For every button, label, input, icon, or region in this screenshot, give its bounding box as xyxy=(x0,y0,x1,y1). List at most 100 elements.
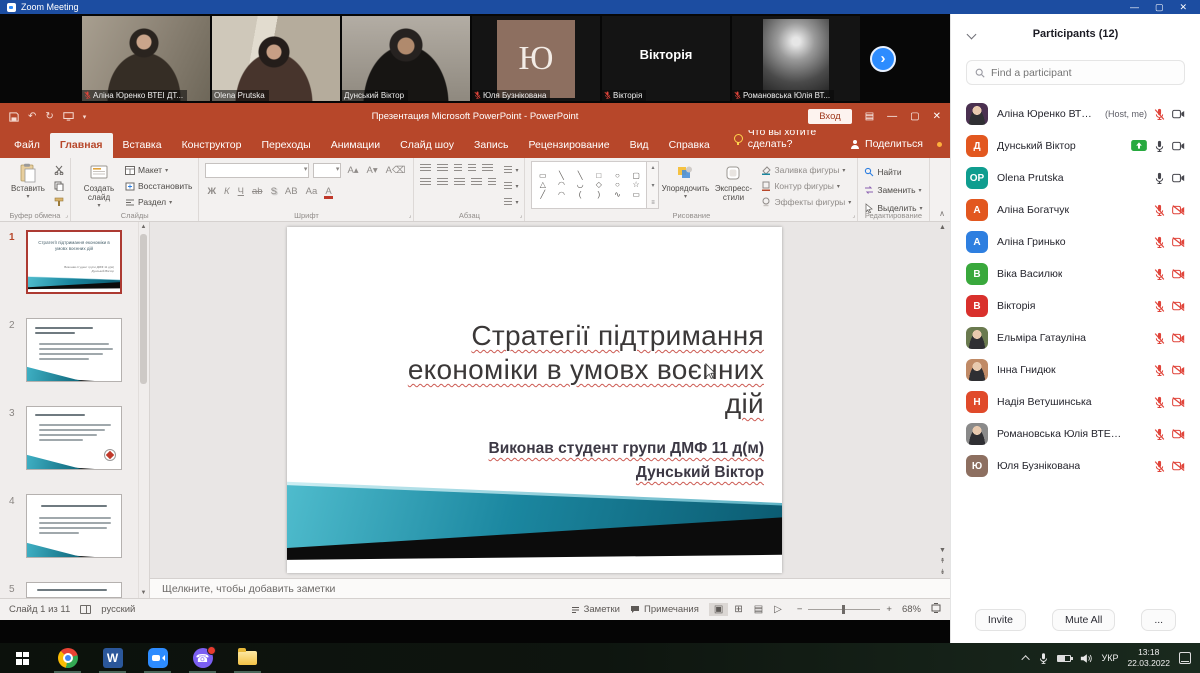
font-style-button[interactable]: S xyxy=(269,184,279,199)
shape-glyph[interactable]: ◠ xyxy=(558,180,565,190)
mic-icon[interactable] xyxy=(1154,172,1165,185)
tab-справка[interactable]: Справка xyxy=(659,133,720,158)
replace-button[interactable]: Заменить▾ xyxy=(864,183,922,197)
shape-glyph[interactable]: ☆ xyxy=(633,180,640,190)
decrease-indent-icon[interactable] xyxy=(454,164,462,173)
mic-muted-icon[interactable] xyxy=(1154,300,1165,313)
shape-glyph[interactable]: ○ xyxy=(615,171,620,181)
zoom-slider[interactable]: − + xyxy=(797,604,892,615)
save-icon[interactable] xyxy=(9,112,19,122)
slide-scrollbar[interactable]: ▲ ▼ ↟ ↡ xyxy=(937,224,948,576)
mic-muted-icon[interactable] xyxy=(1154,332,1165,345)
camera-off-icon[interactable] xyxy=(1172,461,1185,471)
tab-конструктор[interactable]: Конструктор xyxy=(172,133,252,158)
taskbar-app-explorer[interactable] xyxy=(225,643,270,673)
mic-muted-icon[interactable] xyxy=(1154,268,1165,281)
slide-thumbnail[interactable] xyxy=(26,582,122,598)
video-tile[interactable]: Аліна Юренко ВТЕІ ДТ... xyxy=(82,16,210,101)
clock[interactable]: 13:18 22.03.2022 xyxy=(1127,647,1170,669)
clear-format-icon[interactable]: А⌫ xyxy=(384,163,408,178)
shape-glyph[interactable]: ∿ xyxy=(614,190,621,200)
zoom-level[interactable]: 68% xyxy=(902,604,921,615)
zoom-in-icon[interactable]: + xyxy=(886,604,892,615)
scroll-down-icon[interactable]: ▼ xyxy=(939,547,946,554)
camera-off-icon[interactable] xyxy=(1172,269,1185,279)
taskbar-app-word[interactable]: W xyxy=(90,643,135,673)
video-tile[interactable]: Дунський Віктор xyxy=(342,16,470,101)
invite-button[interactable]: Invite xyxy=(975,609,1026,631)
ppt-close-icon[interactable]: ✕ xyxy=(933,111,941,122)
font-style-button[interactable]: Ч xyxy=(236,184,246,199)
previous-slide-icon[interactable]: ↟ xyxy=(940,557,946,565)
shape-fill-button[interactable]: Заливка фигуры▾ xyxy=(761,163,851,177)
font-size-combo[interactable] xyxy=(313,163,341,178)
participant-row[interactable]: ААліна Гринько xyxy=(951,226,1200,258)
cut-button[interactable] xyxy=(54,163,64,177)
dialog-launcher-icon[interactable]: ⌟ xyxy=(520,212,523,219)
font-style-button[interactable]: А xyxy=(323,184,333,199)
participant-row[interactable]: Аліна Юренко ВТЕІ ДТ...(Host, me) xyxy=(951,98,1200,130)
microphone-tray-icon[interactable] xyxy=(1039,652,1048,665)
notes-toggle[interactable]: Заметки xyxy=(571,604,620,615)
slide-sorter-icon[interactable]: ⊞ xyxy=(729,603,747,616)
shape-effects-button[interactable]: Эффекты фигуры▾ xyxy=(761,195,851,209)
shape-glyph[interactable]: □ xyxy=(596,171,601,181)
close-icon[interactable]: ✕ xyxy=(1179,2,1187,13)
language-indicator[interactable]: русский xyxy=(101,604,135,615)
new-slide-button[interactable]: Создать слайд ▾ xyxy=(77,161,121,210)
collapse-ribbon-icon[interactable]: ∧ xyxy=(939,209,945,218)
participant-row[interactable]: ЮЮля Бузнікована xyxy=(951,450,1200,482)
mic-muted-icon[interactable] xyxy=(1154,236,1165,249)
camera-off-icon[interactable] xyxy=(1172,301,1185,311)
camera-icon[interactable] xyxy=(1172,141,1185,151)
section-button[interactable]: Раздел▾ xyxy=(125,195,192,209)
tab-рецензирование[interactable]: Рецензирование xyxy=(518,133,619,158)
camera-icon[interactable] xyxy=(1172,173,1185,183)
camera-off-icon[interactable] xyxy=(1172,429,1185,439)
shape-glyph[interactable]: ▭ xyxy=(632,190,640,200)
notes-pane[interactable]: Щелкните, чтобы добавить заметки xyxy=(150,578,950,598)
decrease-font-icon[interactable]: А▾ xyxy=(365,163,380,178)
font-name-combo[interactable] xyxy=(205,163,309,178)
shape-glyph[interactable]: ○ xyxy=(615,180,620,190)
language-indicator[interactable]: УКР xyxy=(1101,653,1118,663)
participant-row[interactable]: Романовська Юлія ВТЕІ ДТЕУ xyxy=(951,418,1200,450)
redo-icon[interactable]: ↻ xyxy=(45,111,53,122)
video-tile[interactable]: ВікторіяВікторія xyxy=(602,16,730,101)
share-button[interactable]: Поделиться xyxy=(865,138,923,150)
participant-row[interactable]: ННадія Ветушинська xyxy=(951,386,1200,418)
font-style-button[interactable]: Ж xyxy=(205,184,218,199)
camera-off-icon[interactable] xyxy=(1172,365,1185,375)
proofing-icon[interactable] xyxy=(80,605,91,614)
columns-icon[interactable] xyxy=(488,178,496,187)
next-slide-icon[interactable]: ↡ xyxy=(940,568,946,576)
slideshow-view-icon[interactable]: ▷ xyxy=(769,603,787,616)
slide-canvas[interactable]: Стратегії підтриманняекономіки в умовх в… xyxy=(287,227,782,573)
participant-row[interactable]: Ельміра Гатауліна xyxy=(951,322,1200,354)
start-button[interactable] xyxy=(0,643,45,673)
search-input[interactable] xyxy=(991,67,1176,79)
layout-button[interactable]: Макет▾ xyxy=(125,163,192,177)
shapes-gallery[interactable]: ▭╲╲□○▢△◠◡◇○☆╱◠()∿▭ ▴▾≡ xyxy=(531,161,659,209)
zoom-out-icon[interactable]: − xyxy=(797,604,803,615)
maximize-icon[interactable]: ▢ xyxy=(1155,2,1164,13)
shapes-scroll[interactable]: ▴▾≡ xyxy=(647,161,659,209)
mic-icon[interactable] xyxy=(1154,140,1165,153)
shape-glyph[interactable]: ▢ xyxy=(632,171,640,181)
format-painter-button[interactable] xyxy=(54,195,64,209)
tab-запись[interactable]: Запись xyxy=(464,133,518,158)
shape-glyph[interactable]: ( xyxy=(579,190,582,200)
video-tile[interactable]: Романовська Юлія ВТ... xyxy=(732,16,860,101)
ppt-restore-icon[interactable]: ▢ xyxy=(910,111,919,122)
ppt-minimize-icon[interactable]: — xyxy=(887,111,897,122)
slide-thumbnail[interactable]: Стратегії підтримання економіки в умовх … xyxy=(26,230,122,294)
mic-muted-icon[interactable] xyxy=(1154,428,1165,441)
scroll-up-icon[interactable]: ▲ xyxy=(939,224,946,231)
comments-toggle[interactable]: Примечания xyxy=(630,604,699,615)
video-tile[interactable]: ЮЮля Бузнікована xyxy=(472,16,600,101)
slide-thumbnail[interactable] xyxy=(26,406,122,470)
volume-icon[interactable] xyxy=(1080,653,1092,664)
shape-glyph[interactable]: ◠ xyxy=(558,190,565,200)
font-style-button[interactable]: Аа xyxy=(304,184,320,199)
increase-font-icon[interactable]: А▴ xyxy=(345,163,360,178)
